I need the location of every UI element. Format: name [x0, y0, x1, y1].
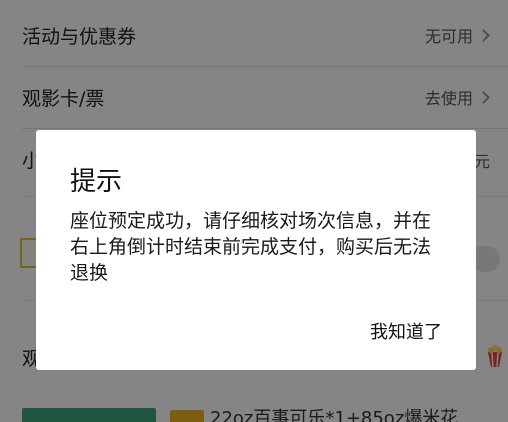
acknowledge-button[interactable]: 我知道了 [370, 318, 442, 344]
dialog-title: 提示 [70, 167, 123, 197]
alert-dialog: 提示 座位预定成功，请仔细核对场次信息，并在右上角倒计时结束前完成支付，购买后无… [36, 130, 476, 370]
dialog-message: 座位预定成功，请仔细核对场次信息，并在右上角倒计时结束前完成支付，购买后无法退换 [70, 210, 432, 284]
